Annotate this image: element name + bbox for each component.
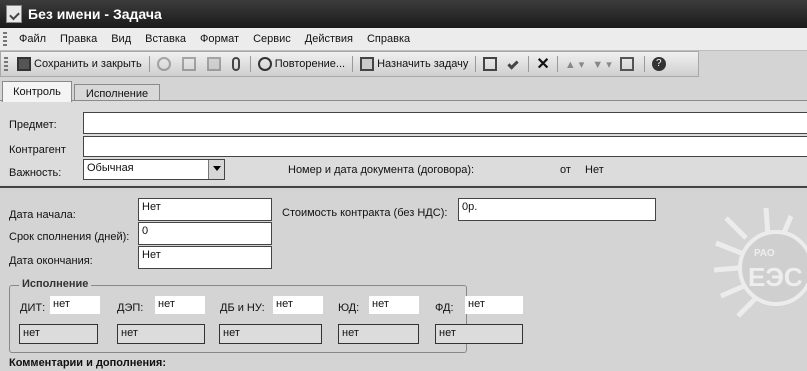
term-input[interactable]: 0 [138,222,272,245]
menu-actions[interactable]: Действия [298,33,360,45]
section-divider [0,186,807,188]
dept-dep-label: ДЭП: [117,302,144,314]
menu-edit[interactable]: Правка [53,33,104,45]
dept-dit-label: ДИТ: [20,302,46,314]
start-date-label: Дата начала: [9,209,76,221]
paste-button[interactable] [203,54,228,74]
logo-text-top: РАО [754,248,775,259]
help-icon: ? [651,57,666,71]
dept-yud-label: ЮД: [338,302,360,314]
window-title: Без имени - Задача [28,6,162,22]
menu-insert[interactable]: Вставка [138,33,193,45]
importance-label: Важность: [9,167,62,179]
docnum-label: Номер и дата документа (договора): [288,164,475,176]
dept-fd-input[interactable]: нет [465,296,523,314]
logo-text-main: ЕЭС [748,262,803,292]
dept-dbnu-label: ДБ и НУ: [220,302,265,314]
window-title-bar: Без имени - Задача [0,0,807,28]
toolbar-separator [556,56,558,72]
dept-dbnu-input[interactable]: нет [273,296,323,314]
toolbar-separator [528,56,530,72]
dept-dep-input[interactable]: нет [155,296,205,314]
copy-icon [181,57,196,71]
scissors-icon [156,57,171,71]
dept-dit-status: нет [19,324,98,344]
arrow-up-icon: ▲ ▾ [564,58,585,71]
menu-view[interactable]: Вид [104,33,138,45]
dept-dep-status: нет [117,324,205,344]
dept-yud-input[interactable]: нет [369,296,419,314]
format-button[interactable] [616,54,641,74]
toolbar-separator [475,56,477,72]
contractor-input[interactable] [83,136,807,157]
dept-dit-input[interactable]: нет [50,296,100,314]
assign-task-button[interactable]: Назначить задачу [356,54,472,74]
delete-button[interactable]: ✕ [532,54,553,74]
toolbar-separator [148,56,150,72]
save-icon [17,57,31,71]
importance-select[interactable]: Обычная [83,159,225,180]
help-button[interactable]: ? [648,54,673,74]
next-item-button[interactable]: ▼ ▾ [588,54,615,74]
start-date-input[interactable]: Нет [138,198,272,221]
toolbar-separator [249,56,251,72]
toolbar-separator [352,56,354,72]
tab-control[interactable]: Контроль [2,81,72,102]
delete-x-icon: ✕ [536,56,550,73]
menu-format[interactable]: Формат [193,33,246,45]
toolbar-grip[interactable] [4,57,8,71]
format-icon [619,57,634,71]
address-book-icon [483,57,498,71]
dept-yud-status: нет [338,324,419,344]
copy-button[interactable] [178,54,203,74]
dept-fd-status: нет [435,324,523,344]
assign-task-icon [360,57,375,71]
form-tabs: Контроль Исполнение [0,81,807,102]
menu-tools[interactable]: Сервис [246,33,298,45]
cost-input[interactable]: 0р. [458,198,656,221]
standard-toolbar: Сохранить и закрыть Повторение... Назнач… [0,51,699,77]
term-label: Срок сполнения (дней): [9,231,130,243]
menu-file[interactable]: Файл [12,33,53,45]
contractor-label: Контрагент [9,144,66,156]
dept-dbnu-status: нет [219,324,322,344]
subject-label: Предмет: [9,119,57,131]
paperclip-icon [231,57,240,71]
docnum-value: Нет [585,164,604,176]
paste-icon [206,57,221,71]
dropdown-arrow-icon[interactable] [208,160,224,179]
menu-help[interactable]: Справка [360,33,417,45]
task-icon [6,5,22,23]
execution-group-title: Исполнение [19,278,92,290]
recurrence-icon [257,57,272,71]
cost-label: Стоимость контракта (без НДС): [282,207,448,219]
previous-item-button[interactable]: ▲ ▾ [561,54,588,74]
rao-ees-logo: РАО ЕЭС [713,207,807,318]
docnum-from-label: от [560,164,571,176]
grip-handle[interactable] [3,32,7,46]
mark-complete-button[interactable] [504,54,525,74]
attach-button[interactable] [228,54,247,74]
cut-button[interactable] [153,54,178,74]
comments-label: Комментарии и дополнения: [9,357,166,369]
recurrence-button[interactable]: Повторение... [254,54,349,74]
dept-fd-label: ФД: [435,302,454,314]
end-date-input[interactable]: Нет [138,246,272,269]
end-date-label: Дата окончания: [9,255,93,267]
subject-input[interactable] [83,112,807,134]
save-close-button[interactable]: Сохранить и закрыть [13,54,146,74]
checkmark-icon [507,58,520,70]
arrow-down-icon: ▼ ▾ [592,58,612,71]
menu-bar: Файл Правка Вид Вставка Формат Сервис Де… [0,28,807,51]
toolbar-separator [643,56,645,72]
address-book-button[interactable] [479,54,504,74]
